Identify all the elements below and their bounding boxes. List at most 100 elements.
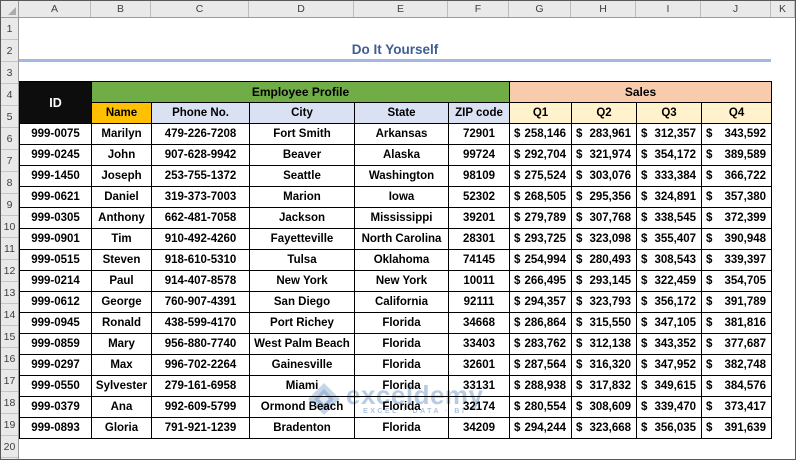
- cell-name[interactable]: Gloria: [91, 417, 152, 439]
- cell-state[interactable]: New York: [354, 270, 449, 292]
- cell-id[interactable]: 999-0515: [19, 249, 92, 271]
- cell-q3[interactable]: $355,407: [636, 228, 703, 250]
- cell-q3[interactable]: $339,470: [636, 396, 703, 418]
- cell-q4[interactable]: $384,576: [701, 375, 773, 397]
- cell-q2[interactable]: $323,668: [571, 417, 638, 439]
- cell-q4[interactable]: $339,397: [701, 249, 773, 271]
- cell-city[interactable]: Miami: [249, 375, 355, 397]
- cell-zip[interactable]: 52302: [447, 186, 511, 208]
- column-header-I[interactable]: I: [636, 1, 701, 17]
- cell-q1[interactable]: $266,495: [509, 270, 573, 292]
- row-header-10[interactable]: 10: [1, 216, 18, 238]
- cell-id[interactable]: 999-0550: [19, 375, 92, 397]
- cell-city[interactable]: Bradenton: [249, 417, 355, 439]
- cell-q3[interactable]: $356,172: [636, 291, 703, 313]
- cell-q1[interactable]: $254,994: [509, 249, 573, 271]
- cell-q4[interactable]: $366,722: [701, 165, 773, 187]
- cell-city[interactable]: San Diego: [249, 291, 355, 313]
- cell-name[interactable]: John: [91, 144, 152, 166]
- cell-q3[interactable]: $343,352: [636, 333, 703, 355]
- cell-q1[interactable]: $279,789: [509, 207, 573, 229]
- cell-zip[interactable]: 92111: [447, 291, 511, 313]
- cell-name[interactable]: Anthony: [91, 207, 152, 229]
- cell-q1[interactable]: $288,938: [509, 375, 573, 397]
- cell-state[interactable]: California: [354, 291, 449, 313]
- cell-q3[interactable]: $356,035: [636, 417, 703, 439]
- cell-q4[interactable]: $391,639: [701, 417, 773, 439]
- cell-id[interactable]: 999-0945: [19, 312, 92, 334]
- row-header-19[interactable]: 19: [1, 414, 18, 436]
- cell-city[interactable]: Beaver: [249, 144, 355, 166]
- cell-q3[interactable]: $308,543: [636, 249, 703, 271]
- cell-q1[interactable]: $268,505: [509, 186, 573, 208]
- cell-q2[interactable]: $280,493: [571, 249, 638, 271]
- cell-state[interactable]: Iowa: [354, 186, 449, 208]
- cell-zip[interactable]: 34209: [447, 417, 511, 439]
- row-header-15[interactable]: 15: [1, 326, 18, 348]
- cell-id[interactable]: 999-0379: [19, 396, 92, 418]
- row-header-5[interactable]: 5: [1, 106, 18, 128]
- column-header-E[interactable]: E: [354, 1, 448, 17]
- cell-city[interactable]: New York: [249, 270, 355, 292]
- cell-q1[interactable]: $294,244: [509, 417, 573, 439]
- row-header-3[interactable]: 3: [1, 62, 18, 84]
- cell-phone[interactable]: 914-407-8578: [151, 270, 250, 292]
- cell-id[interactable]: 999-0245: [19, 144, 92, 166]
- cell-name[interactable]: Ana: [91, 396, 152, 418]
- row-header-8[interactable]: 8: [1, 172, 18, 194]
- cell-q2[interactable]: $293,145: [571, 270, 638, 292]
- cell-city[interactable]: Seattle: [249, 165, 355, 187]
- cell-id[interactable]: 999-0075: [19, 123, 92, 145]
- cell-q4[interactable]: $357,380: [701, 186, 773, 208]
- column-header-J[interactable]: J: [701, 1, 771, 17]
- cell-state[interactable]: Florida: [354, 417, 449, 439]
- cell-zip[interactable]: 32174: [447, 396, 511, 418]
- id-column-header[interactable]: ID: [19, 81, 92, 124]
- cell-q1[interactable]: $258,146: [509, 123, 573, 145]
- cell-q4[interactable]: $389,589: [701, 144, 773, 166]
- cell-name[interactable]: Daniel: [91, 186, 152, 208]
- cell-city[interactable]: Jackson: [249, 207, 355, 229]
- cell-state[interactable]: Florida: [354, 354, 449, 376]
- cell-phone[interactable]: 956-880-7740: [151, 333, 250, 355]
- cell-id[interactable]: 999-0305: [19, 207, 92, 229]
- cell-q2[interactable]: $316,320: [571, 354, 638, 376]
- cell-q2[interactable]: $323,793: [571, 291, 638, 313]
- q4-column-header[interactable]: Q4: [701, 102, 773, 124]
- cell-city[interactable]: Port Richey: [249, 312, 355, 334]
- cell-name[interactable]: George: [91, 291, 152, 313]
- column-header-F[interactable]: F: [448, 1, 509, 17]
- row-header-11[interactable]: 11: [1, 238, 18, 260]
- cell-q1[interactable]: $280,554: [509, 396, 573, 418]
- cell-q3[interactable]: $324,891: [636, 186, 703, 208]
- cell-state[interactable]: Florida: [354, 333, 449, 355]
- cell-phone[interactable]: 992-609-5799: [151, 396, 250, 418]
- cell-city[interactable]: Fort Smith: [249, 123, 355, 145]
- cell-name[interactable]: Paul: [91, 270, 152, 292]
- cell-state[interactable]: Florida: [354, 396, 449, 418]
- cell-id[interactable]: 999-0621: [19, 186, 92, 208]
- cell-q2[interactable]: $317,832: [571, 375, 638, 397]
- cell-phone[interactable]: 907-628-9942: [151, 144, 250, 166]
- cell-q1[interactable]: $294,357: [509, 291, 573, 313]
- cell-q4[interactable]: $381,816: [701, 312, 773, 334]
- cell-id[interactable]: 999-0214: [19, 270, 92, 292]
- cell-name[interactable]: Marilyn: [91, 123, 152, 145]
- cell-name[interactable]: Steven: [91, 249, 152, 271]
- cell-q2[interactable]: $303,076: [571, 165, 638, 187]
- cell-q4[interactable]: $373,417: [701, 396, 773, 418]
- cell-q3[interactable]: $333,384: [636, 165, 703, 187]
- cell-q4[interactable]: $377,687: [701, 333, 773, 355]
- q2-column-header[interactable]: Q2: [571, 102, 638, 124]
- cell-q1[interactable]: $287,564: [509, 354, 573, 376]
- cell-zip[interactable]: 33131: [447, 375, 511, 397]
- cell-phone[interactable]: 253-755-1372: [151, 165, 250, 187]
- q3-column-header[interactable]: Q3: [636, 102, 703, 124]
- cell-id[interactable]: 999-0859: [19, 333, 92, 355]
- cell-q4[interactable]: $382,748: [701, 354, 773, 376]
- cell-phone[interactable]: 910-492-4260: [151, 228, 250, 250]
- row-header-20[interactable]: 20: [1, 436, 18, 458]
- q1-column-header[interactable]: Q1: [509, 102, 573, 124]
- cell-zip[interactable]: 33403: [447, 333, 511, 355]
- cell-phone[interactable]: 996-702-2264: [151, 354, 250, 376]
